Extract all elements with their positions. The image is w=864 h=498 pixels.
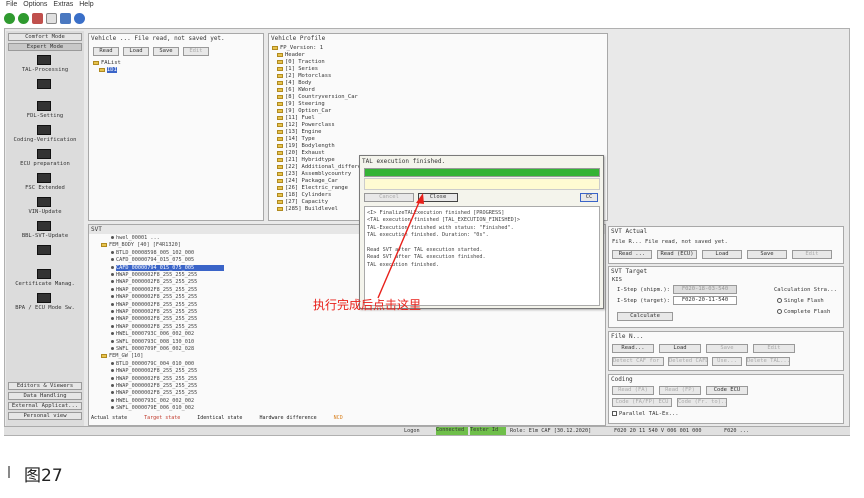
caption-marker <box>8 466 10 478</box>
figure-caption: 图27 <box>24 466 63 486</box>
annotation-text: 执行完成后点击这里 <box>313 298 422 312</box>
annotation-arrow <box>377 193 424 299</box>
